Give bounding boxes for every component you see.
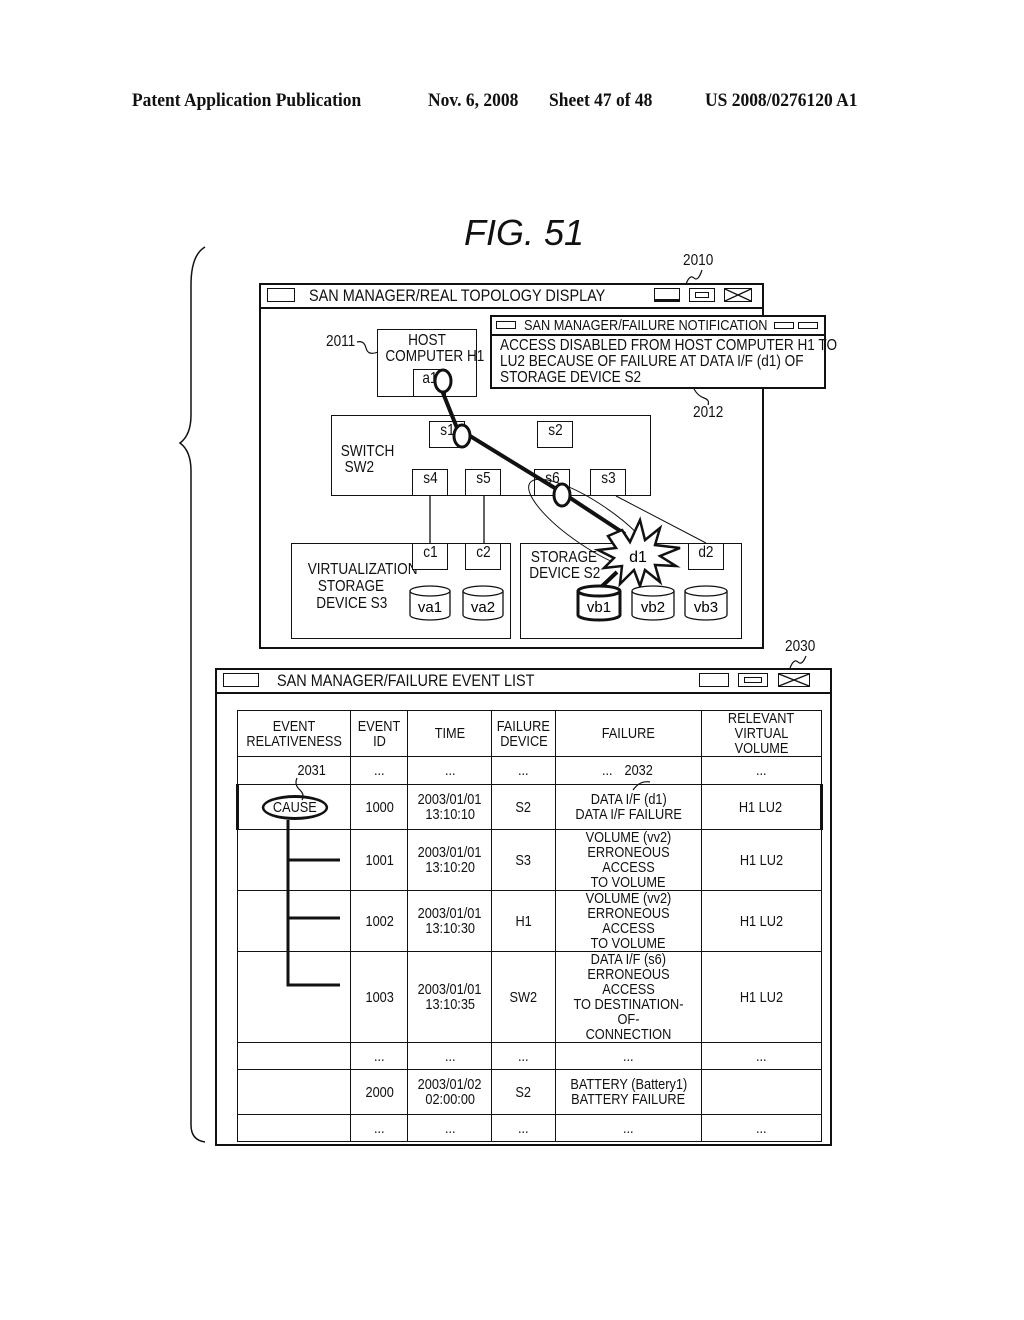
ref-2031-cell: 2031 (236, 756, 352, 785)
table-header-row: EVENT RELATIVENESS EVENT ID TIME FAILURE DE… (236, 710, 822, 757)
minimize-icon[interactable] (654, 288, 680, 302)
port-s6[interactable]: s6 (534, 469, 570, 496)
notification-message-line3: STORAGE DEVICE S2 (500, 369, 642, 386)
host-label-line2: COMPUTER H1 (385, 348, 485, 365)
vstorage-label-line3: DEVICE S3 (316, 595, 388, 612)
maximize-icon[interactable] (738, 673, 768, 687)
patent-number: US 2008/0276120 A1 (705, 90, 858, 111)
port-s3[interactable]: s3 (590, 469, 626, 496)
minimize-icon[interactable] (699, 673, 729, 687)
port-c1[interactable]: c1 (412, 543, 448, 570)
port-s1[interactable]: s1 (429, 421, 465, 448)
port-d2[interactable]: d2 (688, 543, 724, 570)
table-row[interactable]: ... ... ... ... ... (236, 1042, 822, 1070)
table-row-cause[interactable]: CAUSE 1000 2003/01/01 13:10:10 S2 DATA I/… (235, 784, 823, 830)
close-icon[interactable] (724, 288, 752, 302)
notification-message-line1: ACCESS DISABLED FROM HOST COMPUTER H1 TO (500, 337, 838, 354)
col-header-relativeness[interactable]: EVENT RELATIVENESS (236, 710, 352, 757)
sheet-number: Sheet 47 of 48 (549, 90, 653, 111)
notification-message-line2: LU2 BECAUSE OF FAILURE AT DATA I/F (d1) … (500, 353, 804, 370)
event-table: EVENT RELATIVENESS EVENT ID TIME FAILURE DE… (235, 710, 823, 1142)
table-row[interactable]: ... ... ... ... ... (236, 1114, 822, 1142)
publication-label: Patent Application Publication (132, 90, 362, 111)
port-c2[interactable]: c2 (465, 543, 501, 570)
publication-date: Nov. 6, 2008 (428, 90, 519, 111)
notification-title: SAN MANAGER/FAILURE NOTIFICATION (524, 317, 768, 334)
notification-titlebar[interactable]: SAN MANAGER/FAILURE NOTIFICATION (492, 317, 824, 336)
window-menu-icon[interactable] (267, 288, 295, 302)
minimize-icon[interactable] (774, 322, 794, 329)
switch-label-line2: SW2 (344, 459, 375, 476)
col-header-failure-device[interactable]: FAILURE DEVICE (491, 710, 556, 757)
port-s2[interactable]: s2 (537, 421, 573, 448)
topology-title: SAN MANAGER/REAL TOPOLOGY DISPLAY (309, 286, 606, 305)
storage-label-line2: DEVICE S2 (529, 565, 601, 582)
table-row[interactable]: 1003 2003/01/01 13:10:35 SW2 DATA I/F (s6… (236, 951, 822, 1043)
event-list-titlebar[interactable]: SAN MANAGER/FAILURE EVENT LIST (217, 670, 830, 694)
maximize-icon[interactable] (689, 288, 715, 302)
window-menu-icon[interactable] (496, 321, 516, 329)
vstorage-label-line1: VIRTUALIZATION (307, 561, 418, 578)
switch-label-line1: SWITCH (340, 443, 395, 460)
ref-2012: 2012 (693, 404, 724, 421)
port-s5[interactable]: s5 (465, 469, 501, 496)
topology-titlebar[interactable]: SAN MANAGER/REAL TOPOLOGY DISPLAY (261, 285, 762, 309)
vstorage-label-line2: STORAGE (317, 578, 385, 595)
col-header-failure[interactable]: FAILURE (554, 710, 702, 757)
port-a1[interactable]: a1 (413, 369, 446, 397)
cause-badge-cell[interactable]: CAUSE (235, 784, 352, 830)
storage-label-line1: STORAGE (530, 549, 598, 566)
table-row[interactable]: 2000 2003/01/02 02:00:00 S2 BATTERY (Batt… (236, 1069, 822, 1115)
figure-label: FIG. 51 (464, 212, 585, 253)
col-header-time[interactable]: TIME (407, 710, 493, 757)
window-menu-icon[interactable] (223, 673, 259, 687)
table-row[interactable]: 1001 2003/01/01 13:10:20 S3 VOLUME (vv2) E… (236, 829, 822, 891)
maximize-icon[interactable] (798, 322, 818, 329)
port-s4[interactable]: s4 (412, 469, 448, 496)
table-row[interactable]: 2031 ... ... ... ... 2032 ... (236, 756, 822, 785)
col-header-virtual-volume[interactable]: RELEVANT VIRTUAL VOLUME (700, 710, 822, 757)
close-icon[interactable] (778, 673, 810, 687)
host-label-line1: HOST (408, 332, 446, 349)
ref-2011: 2011 (326, 333, 356, 350)
col-header-event-id[interactable]: EVENT ID (350, 710, 409, 757)
notification-window: SAN MANAGER/FAILURE NOTIFICATION ACCESS … (490, 315, 837, 389)
ref-2032: 2032 (624, 762, 653, 779)
table-row[interactable]: 1002 2003/01/01 13:10:30 H1 VOLUME (vv2) E… (236, 890, 822, 952)
grouping-brace (178, 246, 206, 1143)
cause-badge: CAUSE (261, 794, 328, 820)
event-list-title: SAN MANAGER/FAILURE EVENT LIST (277, 671, 535, 690)
